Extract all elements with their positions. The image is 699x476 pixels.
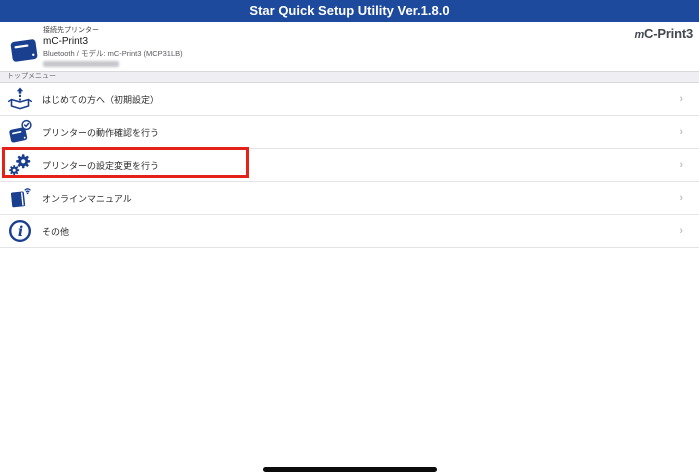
menu-item-label: プリンターの設定変更を行う: [42, 160, 160, 171]
menu-section-title: トップメニュー: [7, 73, 56, 80]
top-menu-list: はじめての方へ（初期設定） › プリンターの動作確認を行う › プリンターの設定…: [0, 83, 699, 248]
printer-address-redacted: [43, 61, 119, 67]
book-wifi-icon: [10, 188, 31, 208]
svg-text:i: i: [18, 224, 23, 240]
chevron-right-icon: ›: [679, 125, 683, 138]
unbox-arrow-icon: [7, 87, 33, 110]
menu-section-header: トップメニュー: [0, 71, 699, 83]
chevron-right-icon: ›: [679, 92, 683, 105]
chevron-right-icon: ›: [679, 191, 683, 204]
home-indicator[interactable]: [262, 467, 437, 472]
connected-printer-panel[interactable]: 接続先プリンター mC-Print3 Bluetooth / モデル: mC-P…: [0, 22, 699, 71]
menu-item-label: その他: [42, 226, 70, 237]
info-icon: i: [8, 219, 32, 243]
printer-connection-info: Bluetooth / モデル: mC-Print3 (MCP31LB): [43, 49, 183, 58]
menu-item-printer-test[interactable]: プリンターの動作確認を行う ›: [0, 116, 699, 149]
app-screen: Star Quick Setup Utility Ver.1.8.0 接続先プリ…: [0, 0, 699, 476]
menu-item-printer-settings[interactable]: プリンターの設定変更を行う ›: [0, 149, 699, 182]
menu-item-online-manual[interactable]: オンラインマニュアル ›: [0, 182, 699, 215]
menu-item-label: プリンターの動作確認を行う: [42, 127, 160, 138]
printer-check-icon: [9, 119, 32, 143]
app-header: Star Quick Setup Utility Ver.1.8.0: [0, 0, 699, 22]
brand-logo: mC-Print3: [634, 26, 693, 41]
printer-name: mC-Print3: [43, 36, 89, 47]
printer-info: 接続先プリンター mC-Print3 Bluetooth / モデル: mC-P…: [43, 26, 183, 67]
menu-item-label: オンラインマニュアル: [42, 193, 132, 204]
gears-icon: [9, 154, 31, 176]
printer-cube-icon: [10, 39, 38, 62]
printer-section-label: 接続先プリンター: [43, 27, 99, 34]
app-title: Star Quick Setup Utility Ver.1.8.0: [249, 3, 450, 18]
chevron-right-icon: ›: [679, 158, 683, 171]
menu-item-getting-started[interactable]: はじめての方へ（初期設定） ›: [0, 83, 699, 116]
chevron-right-icon: ›: [679, 224, 683, 237]
menu-item-label: はじめての方へ（初期設定）: [42, 94, 160, 105]
menu-item-others[interactable]: i その他 ›: [0, 215, 699, 248]
